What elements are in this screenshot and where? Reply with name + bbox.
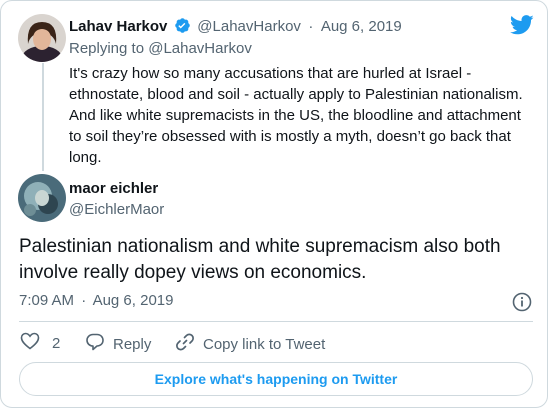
tweet-time: 7:09 AM: [19, 292, 75, 309]
explore-twitter-button[interactable]: Explore what's happening on Twitter: [19, 362, 533, 396]
twitter-bird-icon[interactable]: [509, 15, 534, 40]
info-icon[interactable]: [512, 292, 532, 317]
reply-label: Reply: [113, 335, 152, 353]
timestamp-separator: ·: [81, 292, 87, 309]
verified-badge-icon: [174, 17, 191, 39]
reply-button[interactable]: Reply: [85, 332, 151, 356]
thread-connector-line: [42, 63, 44, 171]
reply-tweet-header: Lahav Harkov @LahavHarkov · Aug 6, 2019: [69, 17, 402, 39]
reply-author-name[interactable]: Lahav Harkov: [69, 18, 167, 35]
avatar-maor-eichler[interactable]: [18, 174, 66, 222]
main-tweet-text: Palestinian nationalism and white suprem…: [19, 236, 501, 283]
reply-tweet-date[interactable]: Aug 6, 2019: [321, 18, 402, 35]
main-tweet-timestamp[interactable]: 7:09 AM · Aug 6, 2019: [19, 292, 173, 309]
avatar-lahav-harkov[interactable]: [18, 14, 66, 62]
main-author-name[interactable]: maor eichler: [69, 180, 158, 197]
main-author-handle[interactable]: @EichlerMaor: [69, 201, 164, 218]
tweet-date: Aug 6, 2019: [92, 292, 174, 309]
heart-icon: [20, 332, 40, 354]
like-count: 2: [52, 334, 61, 352]
comment-icon: [85, 332, 105, 356]
header-separator: ·: [308, 18, 314, 35]
copy-link-button[interactable]: Copy link to Tweet: [175, 332, 325, 356]
link-icon: [175, 332, 195, 356]
like-button[interactable]: 2: [20, 332, 60, 354]
copy-link-label: Copy link to Tweet: [203, 335, 326, 353]
replying-to-label[interactable]: Replying to @LahavHarkov: [69, 40, 252, 57]
reply-author-handle[interactable]: @LahavHarkov: [197, 18, 301, 35]
reply-tweet-text: It's crazy how so many accusations that …: [69, 65, 523, 166]
tweet-embed-card: Lahav Harkov @LahavHarkov · Aug 6, 2019 …: [0, 0, 548, 408]
actions-divider: [19, 321, 533, 322]
